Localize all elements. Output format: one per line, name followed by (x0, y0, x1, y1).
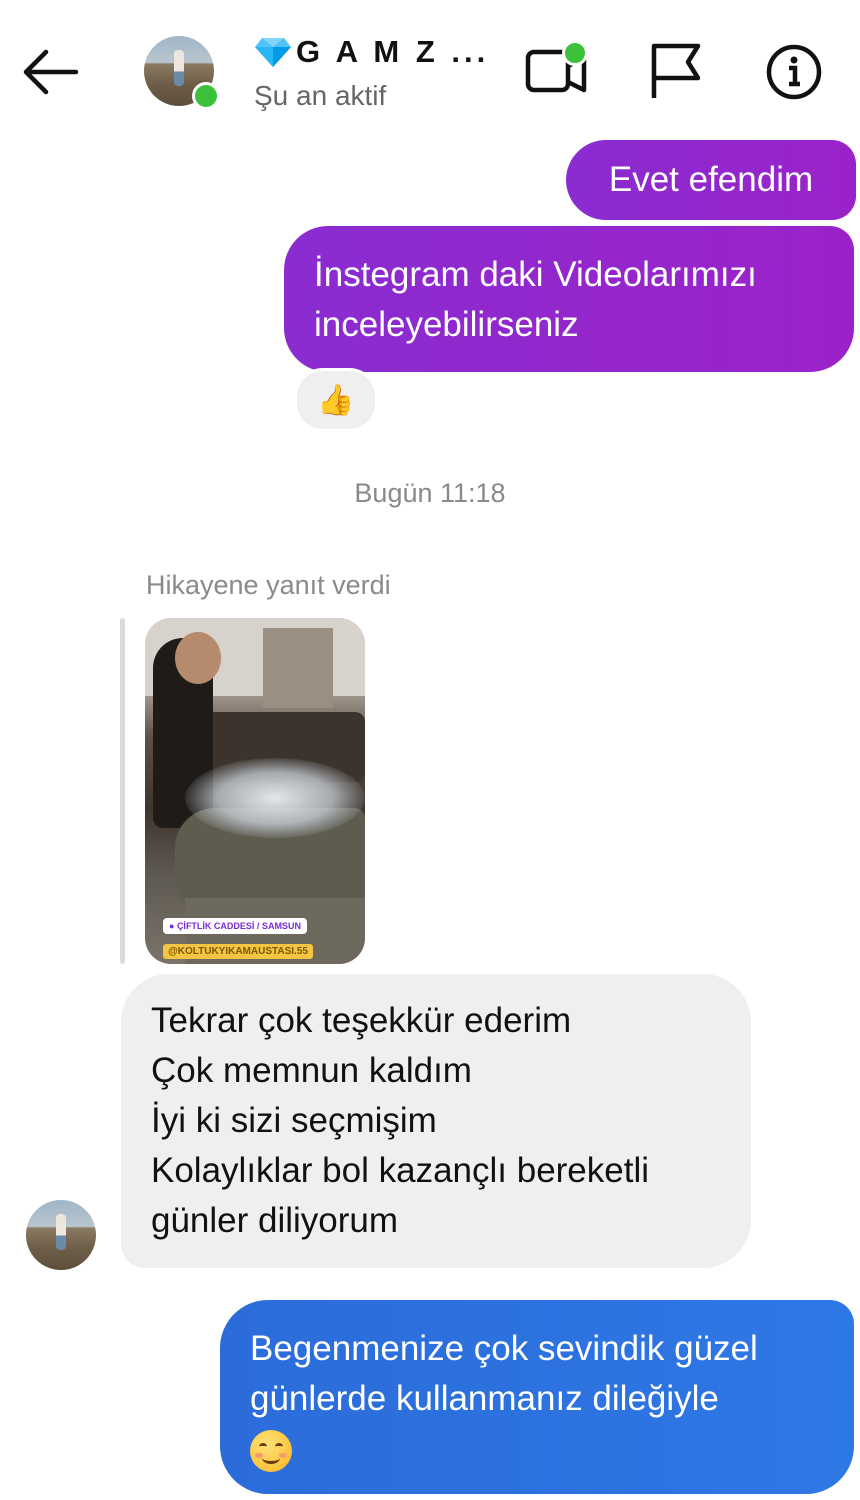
story-reply-label: Hikayene yanıt verdi (146, 570, 391, 600)
message-line: günlerde kullanmanız dileğiyle (250, 1379, 719, 1418)
message-line: Tekrar çok teşekkür ederim (151, 1001, 572, 1040)
gem-icon (255, 38, 291, 67)
thumbs-up-icon: 👍 (317, 383, 355, 417)
message-line: inceleyebilirseniz (314, 305, 579, 344)
message-line: Kolaylıklar bol kazançlı bereketli (151, 1151, 650, 1190)
smiling-face-icon (250, 1429, 292, 1472)
message-line: Çok memnun kaldım (151, 1051, 472, 1090)
video-active-dot (562, 40, 588, 66)
story-reply-bar (120, 618, 125, 964)
contact-avatar[interactable] (144, 36, 220, 110)
message-line: İyi ki sizi seçmişim (151, 1101, 437, 1140)
timestamp: Bugün 11:18 (354, 478, 506, 508)
message-line: İnstegram daki Videolarımızı (314, 255, 757, 294)
thumbs-up-reaction[interactable]: 👍 (294, 368, 378, 432)
story-location-tag: ● ÇİFTLİK CADDESİ / SAMSUN (163, 918, 307, 934)
info-button[interactable] (758, 36, 830, 108)
info-icon (766, 44, 822, 100)
story-thumbnail[interactable]: ● ÇİFTLİK CADDESİ / SAMSUN @KOLTUKYIKAMA… (145, 618, 365, 964)
video-call-button[interactable] (520, 36, 592, 108)
contact-name-row[interactable]: G A M Z ... (254, 34, 489, 70)
outgoing-message[interactable]: Evet efendim (566, 140, 856, 220)
message-text: Evet efendim (608, 160, 814, 199)
contact-status: Şu an aktif (254, 80, 387, 111)
chat-header: G A M Z ... Şu an aktif (0, 0, 860, 140)
outgoing-message[interactable]: İnstegram daki Videolarımızı inceleyebil… (284, 226, 854, 372)
incoming-message[interactable]: Tekrar çok teşekkür ederim Çok memnun ka… (121, 974, 751, 1268)
flag-icon (651, 43, 701, 98)
contact-name: G A M Z ... (296, 34, 490, 69)
message-line: günler diliyorum (151, 1201, 399, 1240)
report-flag-button[interactable] (640, 36, 712, 108)
steam-cloud (185, 758, 365, 838)
message-line: Begenmenize çok sevindik güzel (250, 1329, 758, 1368)
back-arrow-icon[interactable] (18, 42, 82, 102)
online-status-dot (192, 82, 220, 110)
story-handle-tag: @KOLTUKYIKAMAUSTASI.55 (163, 944, 313, 959)
outgoing-message[interactable]: Begenmenize çok sevindik güzel günlerde … (220, 1300, 854, 1494)
sender-avatar[interactable] (26, 1200, 96, 1270)
